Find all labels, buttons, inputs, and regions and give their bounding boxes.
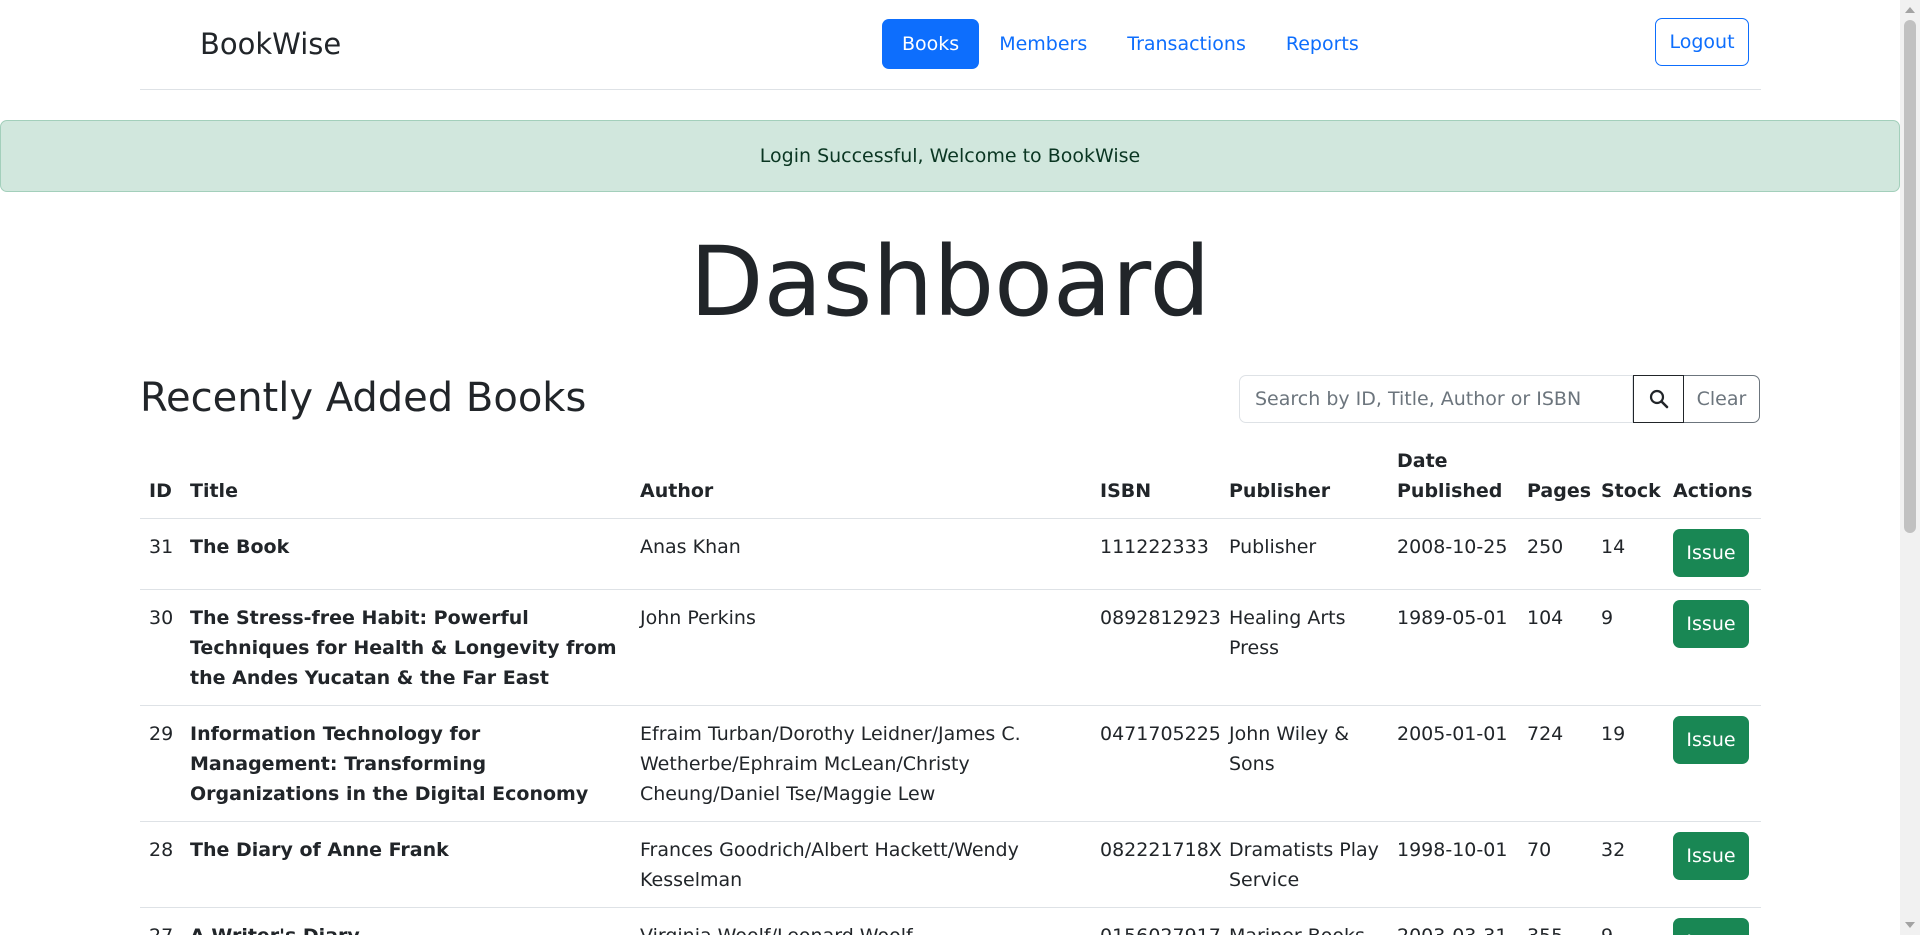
cell-title: The Diary of Anne Frank [181,821,631,908]
nav-members[interactable]: Members [979,19,1107,69]
cell-id: 30 [140,589,181,706]
table-row: 27 A Writer's Diary Virginia Woolf/Leona… [140,907,1761,935]
cell-pages: 355 [1518,907,1592,935]
navbar: BookWise Books Members Transactions Repo… [140,0,1761,90]
issue-button[interactable]: Issue [1673,600,1749,648]
table-row: 28 The Diary of Anne Frank Frances Goodr… [140,821,1761,908]
header-isbn: ISBN [1091,438,1220,519]
cell-date: 2003-03-31 [1388,907,1518,935]
books-table-wrap: ID Title Author ISBN Publisher Date Publi… [140,438,1761,935]
header-date-line2: Published [1397,480,1503,502]
cell-stock: 14 [1592,518,1664,590]
header-stock: Stock [1592,438,1664,519]
cell-title: Information Technology for Management: T… [181,705,631,822]
issue-button[interactable]: Issue [1673,529,1749,577]
header-actions: Actions [1664,438,1761,519]
scroll-up-arrow-icon[interactable] [1905,7,1915,13]
cell-author: Frances Goodrich/Albert Hackett/Wendy Ke… [631,821,1091,908]
header-date-line1: Date [1397,450,1448,472]
cell-publisher: Dramatists Play Service [1220,821,1388,908]
cell-isbn: 111222333 [1091,518,1220,590]
page-title: Dashboard [689,226,1211,338]
success-alert: Login Successful, Welcome to BookWise [0,120,1900,192]
cell-id: 28 [140,821,181,908]
cell-date: 1998-10-01 [1388,821,1518,908]
cell-isbn: 0471705225 [1091,705,1221,822]
cell-id: 27 [140,907,181,935]
vertical-scrollbar[interactable] [1900,0,1920,935]
cell-title: The Stress-free Habit: Powerful Techniqu… [181,589,631,706]
cell-actions: Issue [1664,518,1761,590]
cell-date: 2008-10-25 [1388,518,1518,590]
cell-author: Virginia Woolf/Leonard Woolf [631,907,1091,935]
table-row: 29 Information Technology for Management… [140,705,1761,822]
cell-pages: 70 [1518,821,1592,908]
cell-author: Efraim Turban/Dorothy Leidner/James C. W… [631,705,1091,822]
cell-stock: 32 [1592,821,1664,908]
page: BookWise Books Members Transactions Repo… [0,0,1900,935]
cell-publisher: Mariner Books [1220,907,1388,935]
header-pages: Pages [1518,438,1592,519]
scrollbar-thumb[interactable] [1904,20,1916,533]
cell-pages: 250 [1518,518,1592,590]
table-header-row: ID Title Author ISBN Publisher Date Publi… [140,438,1761,519]
cell-isbn: 0892812923 [1091,589,1221,706]
cell-actions: Issue [1664,907,1761,935]
table-row: 31 The Book Anas Khan 111222333 Publishe… [140,518,1761,590]
cell-author: Anas Khan [631,518,1091,590]
issue-button[interactable]: Issue [1673,832,1749,880]
issue-button[interactable]: Issue [1673,716,1749,764]
cell-title: A Writer's Diary [181,907,631,935]
search-icon [1649,389,1668,409]
cell-stock: 9 [1592,589,1664,706]
table-row: 30 The Stress-free Habit: Powerful Techn… [140,589,1761,706]
cell-author: John Perkins [631,589,1091,706]
cell-stock: 9 [1592,907,1664,935]
section-title: Recently Added Books [140,375,587,421]
issue-button[interactable]: Issue [1673,918,1749,935]
main-nav: Books Members Transactions Reports [882,19,1379,69]
cell-publisher: Healing Arts Press [1220,589,1388,706]
nav-books[interactable]: Books [882,19,980,69]
cell-date: 2005-01-01 [1388,705,1518,822]
search-input[interactable]: Search by ID, Title, Author or ISBN [1239,375,1633,423]
nav-reports[interactable]: Reports [1266,19,1379,69]
cell-id: 31 [140,518,181,590]
search-button[interactable] [1633,375,1684,423]
cell-id: 29 [140,705,181,822]
cell-title: The Book [181,518,631,590]
search-group: Search by ID, Title, Author or ISBN Clea… [1239,375,1760,423]
books-table: ID Title Author ISBN Publisher Date Publi… [140,438,1761,935]
cell-isbn: 0156027917 [1091,907,1221,935]
brand-logo[interactable]: BookWise [200,27,341,61]
header-author: Author [631,438,1091,519]
header-date-published: Date Published [1388,438,1518,519]
cell-pages: 724 [1518,705,1592,822]
cell-stock: 19 [1592,705,1664,822]
logout-button[interactable]: Logout [1655,18,1749,66]
scroll-down-arrow-icon[interactable] [1905,922,1915,928]
cell-actions: Issue [1664,589,1761,706]
cell-actions: Issue [1664,821,1761,908]
cell-date: 1989-05-01 [1388,589,1518,706]
header-title: Title [181,438,631,519]
cell-pages: 104 [1518,589,1592,706]
header-publisher: Publisher [1220,438,1388,519]
header-id: ID [140,438,181,519]
clear-button[interactable]: Clear [1684,375,1760,423]
cell-publisher: Publisher [1220,518,1388,590]
cell-actions: Issue [1664,705,1761,822]
cell-publisher: John Wiley & Sons [1220,705,1388,822]
nav-transactions[interactable]: Transactions [1107,19,1266,69]
cell-isbn: 082221718X [1091,821,1222,908]
